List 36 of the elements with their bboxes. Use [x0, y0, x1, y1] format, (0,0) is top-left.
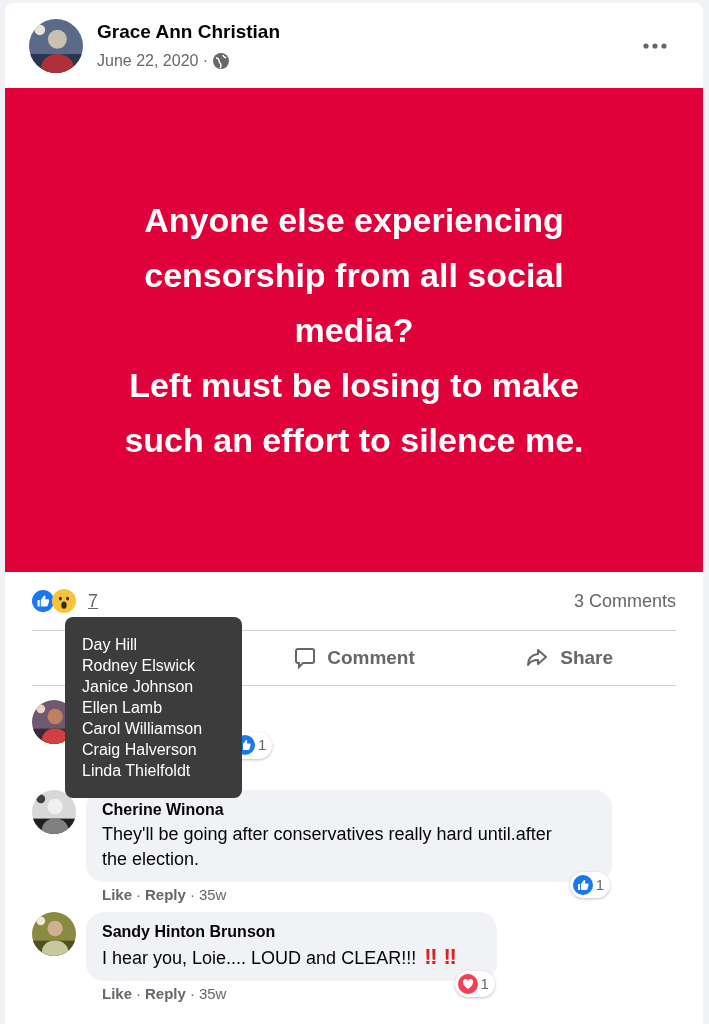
reactor-name: Janice Johnson — [82, 677, 195, 697]
comment-action-link[interactable]: Like — [102, 985, 132, 1003]
separator-dot: · — [189, 985, 195, 1003]
post-action-button[interactable]: Comment — [246, 631, 462, 685]
double-exclamation-emoji: ‼ ‼ — [424, 944, 457, 969]
reactor-name: Carol Williamson — [82, 719, 204, 739]
separator-dot: · — [189, 886, 195, 904]
separator-dot: · — [136, 886, 141, 904]
comment-time[interactable]: 35w — [198, 886, 227, 904]
reactor-name: Craig Halverson — [82, 740, 198, 760]
reactor-name: Rodney Elswick — [82, 656, 196, 676]
comment-time[interactable]: 35w — [198, 985, 227, 1003]
globe-icon — [213, 53, 230, 70]
author-name[interactable]: Grace Ann Christian — [97, 17, 280, 47]
comment-text: I hear you, Loie.... LOUD and CLEAR!!! ‼ ‼ — [102, 944, 457, 971]
reactor-name: Day Hill — [82, 635, 139, 655]
post-date[interactable]: June 22, 2020 · — [97, 49, 209, 74]
comment-author[interactable]: Cherine Winona — [102, 798, 572, 822]
thumbs-up-icon — [572, 874, 593, 895]
thumbs-up-icon — [32, 590, 54, 612]
speech-bubble-icon — [293, 646, 318, 670]
comment-author[interactable]: Sandy Hinton Brunson — [102, 920, 457, 944]
comments-count[interactable]: 3 Comments — [573, 587, 676, 615]
surprised-face-icon — [52, 589, 76, 613]
separator-dot: · — [136, 985, 141, 1003]
comment-action-link[interactable]: Reply — [145, 886, 186, 904]
more-options-icon[interactable] — [643, 42, 667, 49]
post-image-text: Anyone else experiencing censorship from all social media? — [143, 199, 565, 351]
post-action-button[interactable]: Share — [461, 631, 676, 685]
post-image-text: Left must be losing to make such an effort to silence me. — [123, 364, 585, 461]
comment-text: They'll be going after conservatives really hard until.after the election. — [102, 823, 553, 871]
reaction-count[interactable]: 7 — [88, 587, 98, 615]
comment-action-link[interactable]: Reply — [145, 985, 186, 1003]
comment-action-link[interactable]: Like — [102, 886, 132, 904]
reactor-name: Linda Thielfoldt — [82, 761, 192, 781]
reactor-name: Ellen Lamb — [82, 698, 164, 718]
